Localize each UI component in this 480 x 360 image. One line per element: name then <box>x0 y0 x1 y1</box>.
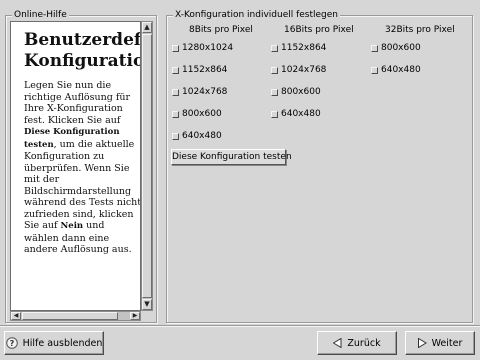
footer-separator <box>0 325 480 327</box>
option-8bit-1280x1024[interactable]: 1280x1024 <box>172 42 233 54</box>
option-label: 1152x864 <box>281 43 327 53</box>
help-panel: Online-Hilfe Benutzerdefinie Konfigurati… <box>5 10 157 323</box>
help-body-text: Legen Sie nun die richtige Auflösung für… <box>24 80 131 126</box>
help-vertical-scrollbar[interactable]: ▲ ▼ <box>141 21 153 311</box>
help-panel-legend: Online-Hilfe <box>12 10 69 21</box>
option-8bit-1152x864[interactable]: 1152x864 <box>172 64 227 76</box>
option-label: 640x480 <box>381 65 421 75</box>
help-body-bold-no: Nein <box>60 221 84 231</box>
checkbox-icon[interactable] <box>271 44 278 52</box>
option-8bit-1024x768[interactable]: 1024x768 <box>172 86 227 98</box>
scroll-right-arrow-icon[interactable]: ▶ <box>130 312 140 320</box>
help-title: Benutzerdefinie Konfiguration <box>24 30 141 72</box>
help-text-view[interactable]: Benutzerdefinie Konfiguration Legen Sie … <box>10 21 141 311</box>
option-label: 1152x864 <box>182 65 228 75</box>
option-label: 800x600 <box>182 109 222 119</box>
right-triangle-icon <box>417 338 427 348</box>
question-mark-icon: ? <box>5 337 18 349</box>
checkbox-icon[interactable] <box>371 44 378 52</box>
checkbox-icon[interactable] <box>271 110 278 118</box>
option-label: 1024x768 <box>281 65 327 75</box>
column-header-32bit: 32Bits pro Pixel <box>385 25 455 35</box>
option-label: 800x600 <box>381 43 421 53</box>
hide-help-button[interactable]: ? Hilfe ausblenden <box>4 331 104 355</box>
column-header-8bit: 8Bits pro Pixel <box>189 25 253 35</box>
hide-help-label: Hilfe ausblenden <box>22 337 103 349</box>
back-button[interactable]: Zurück <box>317 331 397 355</box>
checkbox-icon[interactable] <box>172 132 179 140</box>
option-16bit-800x600[interactable]: 800x600 <box>271 86 321 98</box>
test-configuration-button[interactable]: Diese Konfiguration testen <box>171 149 292 165</box>
help-body-text: , um die aktuelle Konfiguration zu überp… <box>24 138 141 232</box>
option-8bit-800x600[interactable]: 800x600 <box>172 108 222 120</box>
checkbox-icon[interactable] <box>172 66 179 74</box>
checkbox-icon[interactable] <box>371 66 378 74</box>
option-label: 800x600 <box>281 87 321 97</box>
help-body: Legen Sie nun die richtige Auflösung für… <box>24 80 141 256</box>
x-config-legend: X-Konfiguration individuell festlegen <box>173 10 341 21</box>
option-32bit-800x600[interactable]: 800x600 <box>371 42 421 54</box>
checkbox-icon[interactable] <box>172 88 179 96</box>
x-config-panel: X-Konfiguration individuell festlegen 8B… <box>166 10 473 323</box>
svg-text:?: ? <box>9 339 14 348</box>
option-label: 640x480 <box>281 109 321 119</box>
left-triangle-icon <box>333 338 342 348</box>
option-8bit-640x480[interactable]: 640x480 <box>172 130 222 142</box>
column-header-16bit: 16Bits pro Pixel <box>284 25 354 35</box>
checkbox-icon[interactable] <box>172 44 179 52</box>
next-label: Weiter <box>431 337 463 349</box>
option-label: 1024x768 <box>182 87 228 97</box>
help-content: Benutzerdefinie Konfiguration Legen Sie … <box>24 30 141 256</box>
scroll-left-arrow-icon[interactable]: ◀ <box>11 312 21 320</box>
back-label: Zurück <box>347 337 381 349</box>
option-32bit-640x480[interactable]: 640x480 <box>371 64 421 76</box>
checkbox-icon[interactable] <box>271 88 278 96</box>
scroll-thumb[interactable] <box>142 34 152 298</box>
checkbox-icon[interactable] <box>271 66 278 74</box>
option-16bit-1024x768[interactable]: 1024x768 <box>271 64 326 76</box>
option-label: 1280x1024 <box>182 43 234 53</box>
scroll-down-arrow-icon[interactable]: ▼ <box>142 299 152 310</box>
option-label: 640x480 <box>182 131 222 141</box>
help-horizontal-scrollbar[interactable]: ◀ ▶ <box>10 311 141 321</box>
checkbox-icon[interactable] <box>172 110 179 118</box>
scroll-up-arrow-icon[interactable]: ▲ <box>142 22 152 33</box>
option-16bit-640x480[interactable]: 640x480 <box>271 108 321 120</box>
next-button[interactable]: Weiter <box>405 331 475 355</box>
hscroll-thumb[interactable] <box>22 312 118 320</box>
help-title-line2: Konfiguration <box>24 51 140 71</box>
option-16bit-1152x864[interactable]: 1152x864 <box>271 42 326 54</box>
help-title-line1: Benutzerdefinie <box>24 30 141 50</box>
